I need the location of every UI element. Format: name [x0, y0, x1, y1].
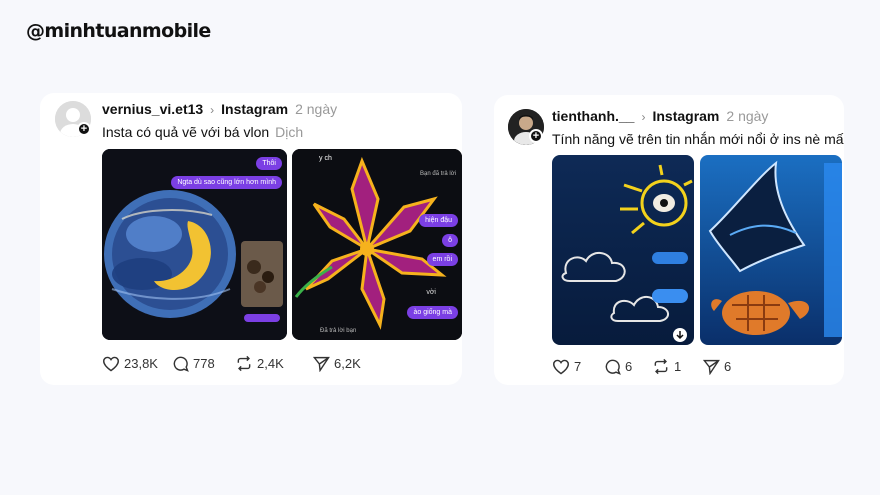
like-count: 7 — [574, 359, 582, 374]
post-actions: 7 6 1 6 — [552, 358, 731, 375]
chat-text: Bạn đã trả lời — [420, 171, 456, 177]
heart-icon — [102, 356, 120, 371]
caption-text: Insta có quả vẽ với bá vlon — [102, 124, 270, 140]
comment-icon — [173, 356, 189, 372]
timestamp: 2 ngày — [295, 101, 338, 117]
chat-bubble: Ngta dù sao cũng lớn hơn mình — [171, 176, 282, 189]
post-caption: Tính năng vẽ trên tin nhắn mới nổi ở ins… — [552, 131, 844, 147]
share-count: 6,2K — [334, 356, 361, 371]
repost-icon — [654, 358, 668, 375]
post-caption: Insta có quả vẽ với bá vlon Dịch — [102, 124, 303, 140]
like-button[interactable]: 23,8K — [102, 356, 172, 372]
post-card-1[interactable]: + vernius_vi.et13 › Instagram 2 ngày Ins… — [40, 93, 462, 385]
chevron-right-icon: › — [210, 103, 215, 117]
post-image-1[interactable]: Thôi Ngta dù sao cũng lớn hơn mình — [102, 149, 287, 340]
comment-button[interactable]: 778 — [172, 355, 235, 372]
post-actions: 23,8K 778 2,4K 6,2K — [102, 355, 361, 372]
post-card-2[interactable]: + tienthanh.__ › Instagram 2 ngày Tính n… — [494, 95, 844, 385]
source-label[interactable]: Instagram — [652, 108, 719, 124]
post-header: vernius_vi.et13 › Instagram 2 ngày — [102, 101, 337, 117]
chevron-right-icon: › — [641, 110, 646, 124]
post-image-2[interactable]: y ch Bạn đã trả lời hiện đậu ô em rồi vờ… — [292, 149, 462, 340]
share-button[interactable]: 6,2K — [313, 356, 361, 372]
repost-count: 2,4K — [257, 356, 284, 371]
like-button[interactable]: 7 — [552, 359, 604, 375]
follow-plus-icon[interactable]: + — [529, 129, 543, 143]
username[interactable]: tienthanh.__ — [552, 108, 634, 124]
send-icon — [313, 356, 330, 372]
heart-icon — [552, 359, 570, 374]
share-count: 6 — [724, 359, 732, 374]
comment-count: 6 — [625, 359, 633, 374]
source-label[interactable]: Instagram — [221, 101, 288, 117]
chat-bubble: em rồi — [426, 253, 458, 266]
like-count: 23,8K — [124, 356, 158, 371]
chat-bubble: ào giống mà — [407, 306, 458, 319]
translate-link[interactable]: Dịch — [275, 124, 303, 140]
comment-count: 778 — [193, 356, 215, 371]
watermark-handle: @minhtuanmobile — [26, 20, 211, 42]
post-image-3[interactable] — [552, 155, 694, 345]
repost-icon — [237, 355, 251, 372]
share-button[interactable]: 6 — [703, 359, 731, 375]
chat-text: y ch — [319, 155, 332, 162]
post-header: tienthanh.__ › Instagram 2 ngày — [552, 108, 768, 124]
follow-plus-icon[interactable]: + — [77, 122, 91, 136]
repost-button[interactable]: 2,4K — [235, 355, 313, 372]
username[interactable]: vernius_vi.et13 — [102, 101, 203, 117]
chat-text: vời — [426, 289, 436, 296]
drawing-sun-image — [552, 155, 694, 345]
comment-button[interactable]: 6 — [604, 358, 652, 375]
chat-bubble: hiện đậu — [419, 214, 458, 227]
timestamp: 2 ngày — [726, 108, 769, 124]
chat-bubble: ô — [442, 234, 458, 247]
repost-count: 1 — [674, 359, 682, 374]
chat-bubble: Thôi — [256, 157, 282, 170]
send-icon — [703, 359, 720, 375]
comment-icon — [605, 359, 621, 375]
caption-text: Tính năng vẽ trên tin nhắn mới nổi ở ins… — [552, 131, 844, 147]
chat-text: Đã trả lời bạn — [320, 328, 357, 334]
drawing-ocean-image — [700, 155, 842, 345]
repost-button[interactable]: 1 — [652, 358, 703, 375]
post-image-4[interactable] — [700, 155, 842, 345]
